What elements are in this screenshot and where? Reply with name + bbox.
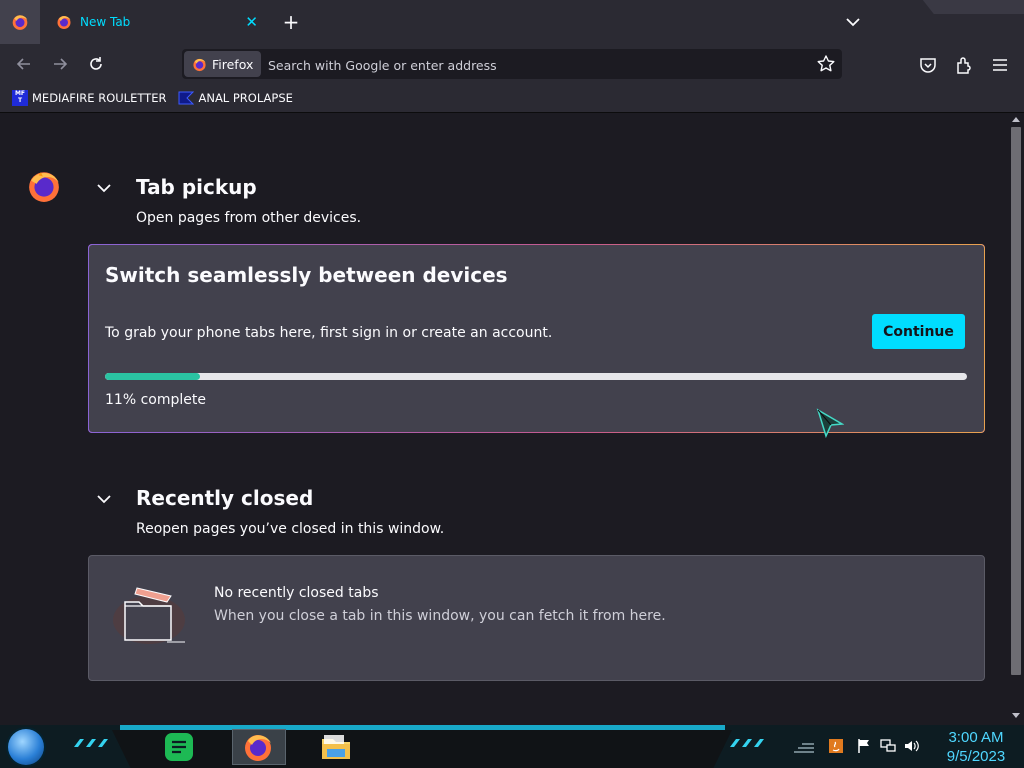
url-bar[interactable]: Firefox <box>182 49 842 81</box>
firefox-icon <box>12 15 28 30</box>
chevron-down-icon <box>846 18 860 27</box>
tab-pickup-heading: Tab pickup <box>136 175 257 199</box>
url-input[interactable] <box>266 49 800 81</box>
reload-icon <box>90 57 102 70</box>
bookmark-second[interactable]: ANAL PROLAPSE <box>178 90 293 106</box>
scrollbar-thumb[interactable] <box>1011 127 1021 675</box>
java-icon[interactable] <box>828 738 844 754</box>
notes-icon[interactable] <box>163 731 195 763</box>
list-all-tabs-button[interactable] <box>842 12 864 32</box>
taskbar-decoration <box>730 739 764 747</box>
continue-button[interactable]: Continue <box>872 314 965 349</box>
chevron-down-icon[interactable] <box>95 492 113 506</box>
bookmark-favicon <box>178 91 195 105</box>
taskbar-firefox-active[interactable] <box>232 729 286 765</box>
file-explorer-icon[interactable] <box>320 731 352 763</box>
scroll-down-icon[interactable] <box>1012 713 1020 719</box>
forward-icon <box>54 58 68 70</box>
bookmarks-toolbar: MF T MEDIAFIRE ROULETTER ANAL PROLAPSE <box>0 84 1024 113</box>
bookmark-mediafire[interactable]: MF T MEDIAFIRE ROULETTER <box>12 90 166 106</box>
plus-icon: + <box>282 10 300 34</box>
menu-icon[interactable] <box>990 55 1010 75</box>
card-title: Switch seamlessly between devices <box>105 263 508 287</box>
tab-pickup-card: Switch seamlessly between devices To gra… <box>88 244 985 433</box>
flag-icon[interactable] <box>856 738 872 754</box>
firefox-view-button[interactable] <box>0 0 40 44</box>
show-hidden-icons[interactable] <box>792 738 816 754</box>
firefox-icon <box>29 172 59 202</box>
bookmark-label: MEDIAFIRE ROULETTER <box>32 91 167 105</box>
empty-state-title: No recently closed tabs <box>214 585 379 601</box>
taskbar-decoration <box>74 739 108 747</box>
back-button[interactable] <box>12 52 36 76</box>
forward-button[interactable] <box>48 52 72 76</box>
empty-state-message: When you close a tab in this window, you… <box>214 608 666 624</box>
chevron-down-icon[interactable] <box>95 181 113 195</box>
network-icon[interactable] <box>880 738 896 754</box>
firefox-icon <box>193 58 206 71</box>
firefox-icon <box>245 735 271 761</box>
progress-label: 11% complete <box>105 392 206 408</box>
reload-button[interactable] <box>84 52 108 76</box>
identity-box[interactable]: Firefox <box>184 51 262 77</box>
taskbar-accent <box>120 725 725 730</box>
card-message: To grab your phone tabs here, first sign… <box>105 325 553 341</box>
mediafire-favicon: MF T <box>12 90 28 106</box>
folder-icon <box>113 587 185 644</box>
back-icon <box>16 58 30 70</box>
taskbar-clock[interactable]: 3:00 AM 9/5/2023 <box>934 728 1018 766</box>
firefox-view-page: Tab pickup Open pages from other devices… <box>0 113 1008 725</box>
progress-fill <box>105 373 200 380</box>
tab-pickup-subheading: Open pages from other devices. <box>136 210 362 226</box>
titlebar-decoration <box>922 0 1024 14</box>
bookmark-label: ANAL PROLAPSE <box>198 91 293 105</box>
taskbar-frame <box>112 730 732 768</box>
scroll-up-icon[interactable] <box>1012 116 1020 122</box>
close-icon[interactable]: ✕ <box>245 13 258 31</box>
recently-closed-heading: Recently closed <box>136 486 314 510</box>
identity-label: Firefox <box>212 56 254 72</box>
clock-time: 3:00 AM <box>948 729 1004 746</box>
extensions-icon[interactable] <box>954 55 974 75</box>
cursor-icon <box>816 408 844 438</box>
tab-title: New Tab <box>80 15 131 29</box>
star-icon[interactable] <box>816 54 836 74</box>
volume-icon[interactable] <box>904 738 920 754</box>
firefox-icon <box>57 16 71 29</box>
new-tab-button[interactable]: + <box>280 9 302 35</box>
tab-strip: New Tab ✕ + <box>0 0 1024 45</box>
pocket-icon[interactable] <box>918 55 938 75</box>
recently-closed-card: No recently closed tabs When you close a… <box>88 555 985 681</box>
scrollbar[interactable] <box>1008 113 1024 725</box>
tab-new-tab[interactable]: New Tab ✕ <box>44 0 270 44</box>
recently-closed-subheading: Reopen pages you’ve closed in this windo… <box>136 521 445 537</box>
setup-progress-bar <box>105 373 967 380</box>
start-button[interactable] <box>8 729 44 765</box>
clock-date: 9/5/2023 <box>946 748 1006 765</box>
